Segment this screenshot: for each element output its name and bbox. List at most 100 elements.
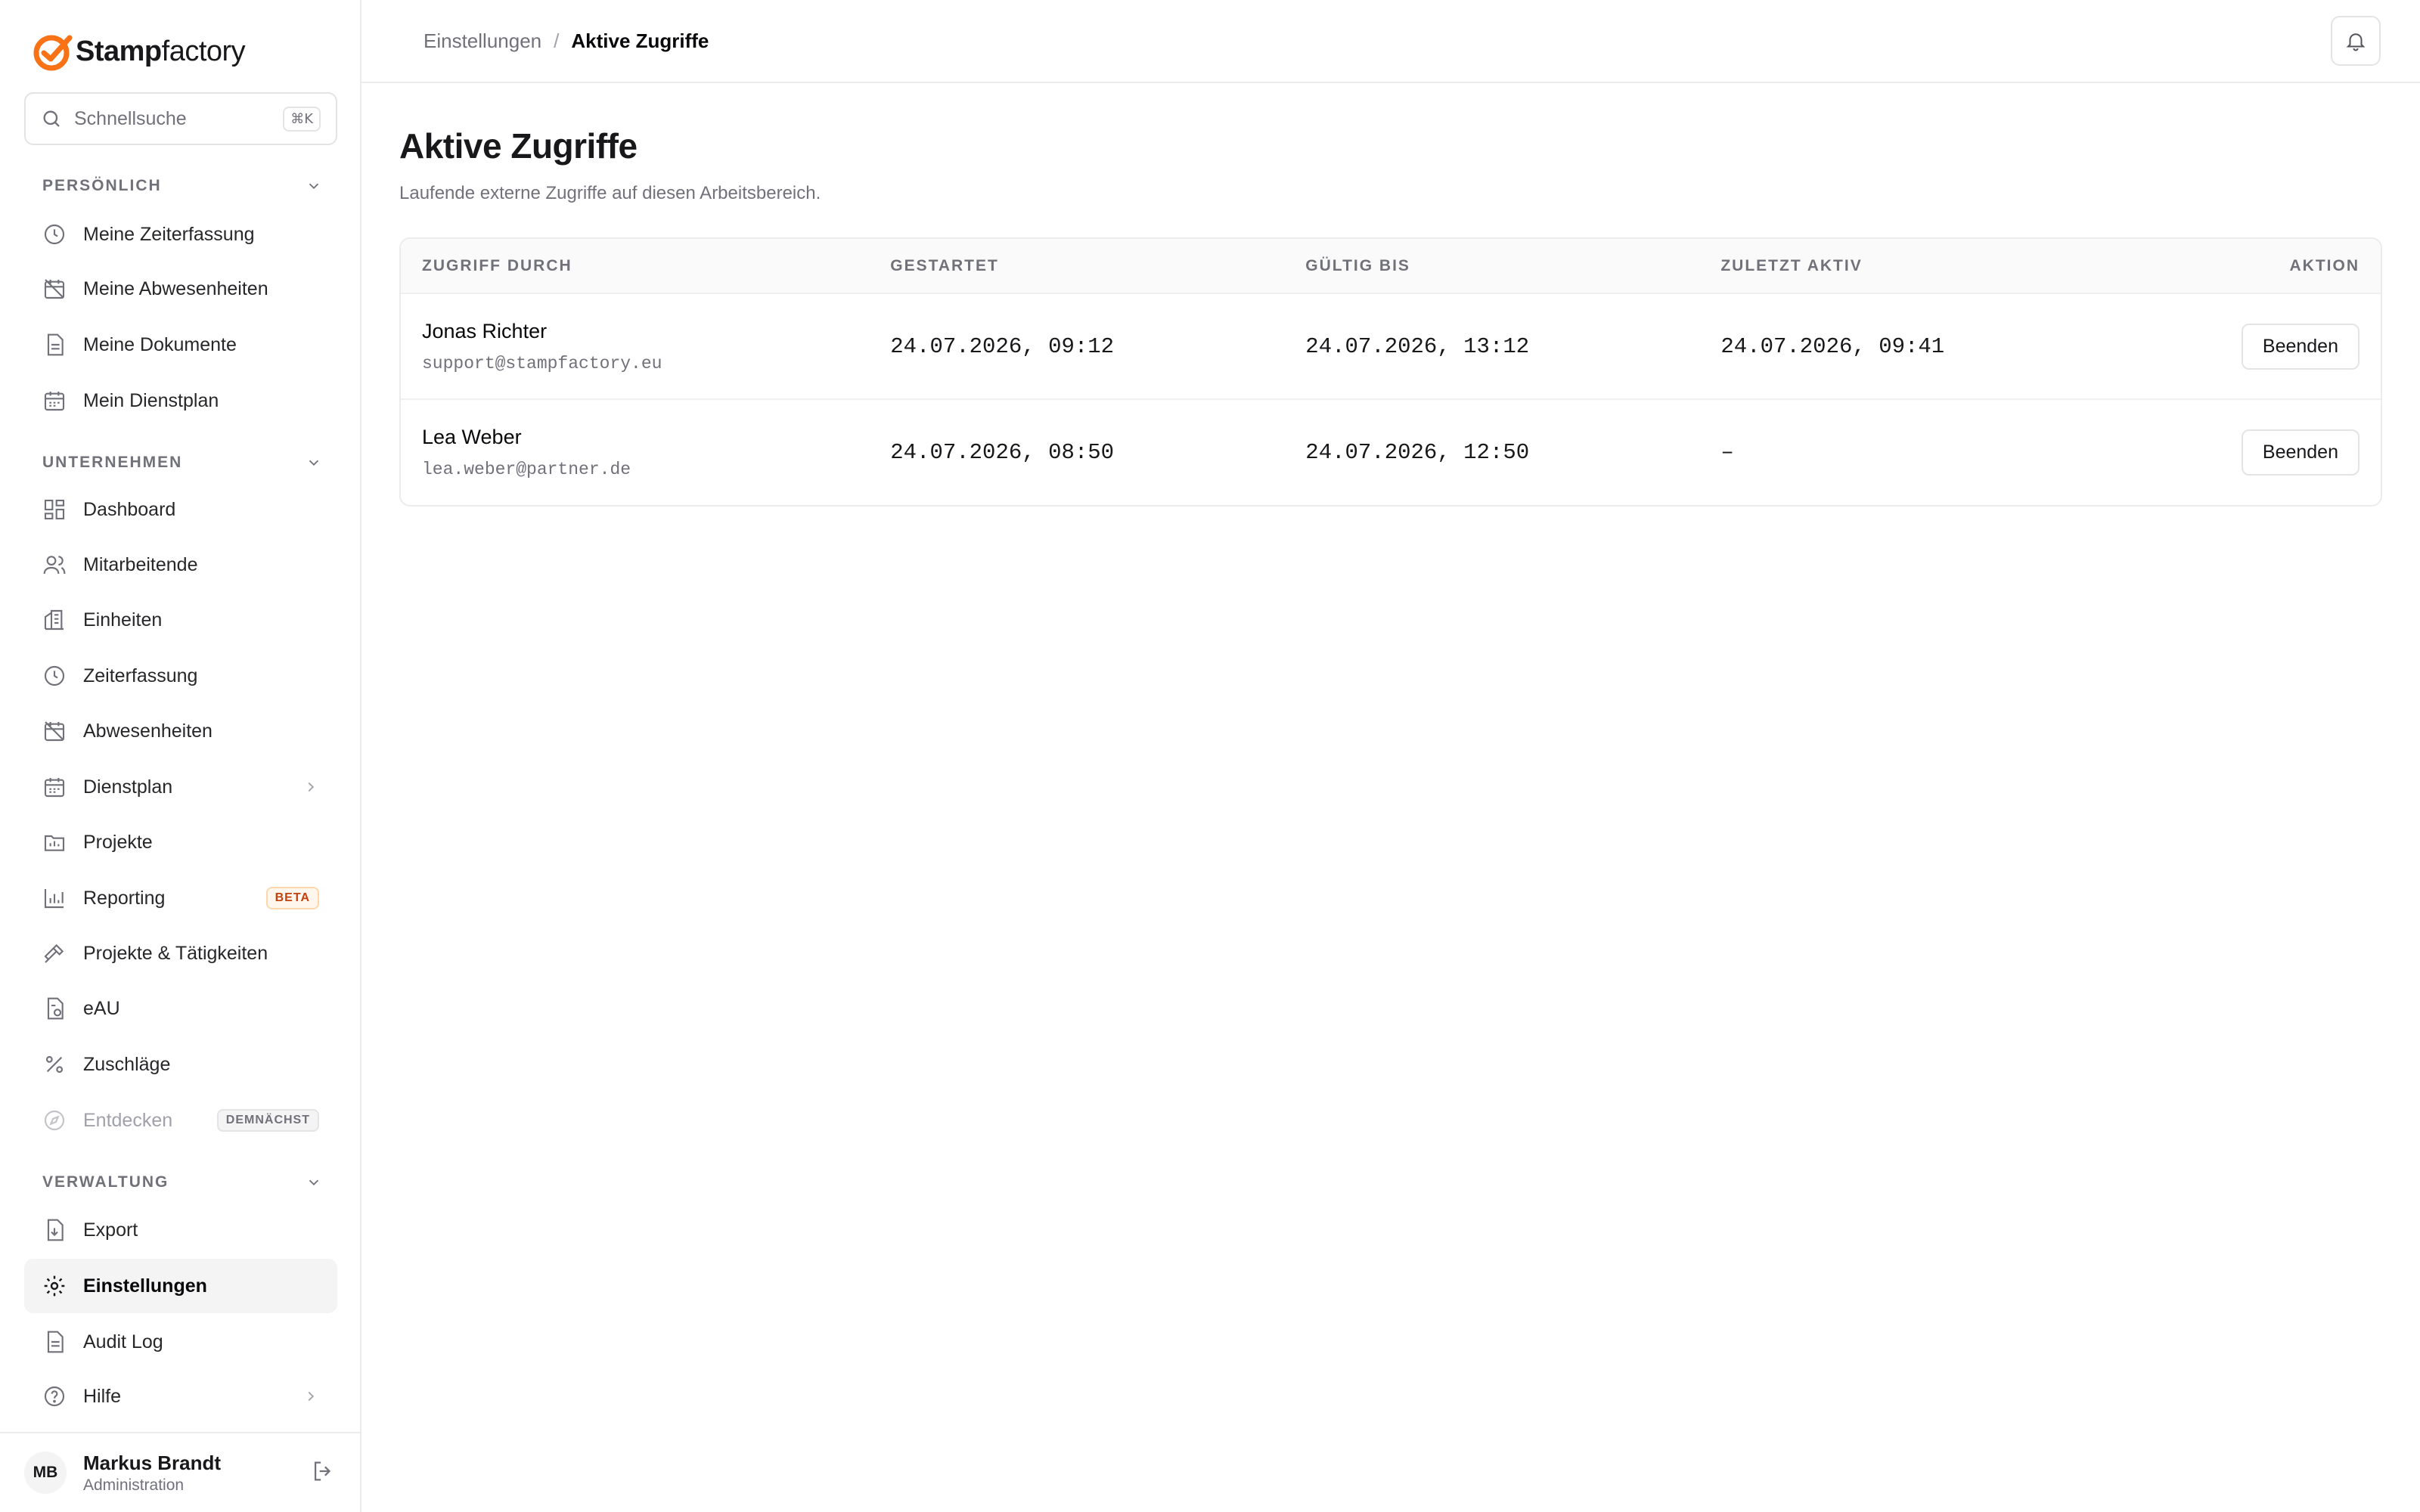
nav-label: Mitarbeitende xyxy=(83,553,198,575)
logout-icon xyxy=(314,1461,331,1480)
nav-reporting[interactable]: Reporting BETA xyxy=(24,871,337,925)
nav-settings[interactable]: Einstellungen xyxy=(24,1259,337,1313)
nav-projects-activities[interactable]: Projekte & Tätigkeiten xyxy=(24,926,337,981)
table-row: Lea Weber lea.weber@partner.de 24.07.202… xyxy=(401,399,2381,505)
document-icon xyxy=(47,333,64,356)
nav-my-schedule[interactable]: Mein Dienstplan xyxy=(24,373,337,428)
column-header: ZUGRIFF DURCH xyxy=(422,256,572,274)
chevron-right-icon xyxy=(308,782,315,792)
valid-until-cell: 24.07.2026, 12:50 xyxy=(1305,440,1530,465)
nav-label: Reporting xyxy=(83,887,166,909)
section-personal[interactable]: PERSÖNLICH xyxy=(42,171,322,201)
breadcrumb-separator: / xyxy=(554,29,560,52)
search-shortcut: ⌘K xyxy=(283,106,321,132)
bell-icon xyxy=(2346,33,2366,51)
nav-label: Export xyxy=(83,1219,138,1241)
logo-text: Stampfactory xyxy=(76,35,246,67)
active-access-table: ZUGRIFF DURCH GESTARTET GÜLTIG BIS ZULET… xyxy=(399,237,2382,507)
nav-label: Hilfe xyxy=(83,1385,122,1407)
calendar-icon xyxy=(44,392,65,411)
folder-chart-icon xyxy=(44,835,65,851)
person-name: Lea Weber xyxy=(422,426,522,448)
column-header: AKTION xyxy=(2289,256,2360,274)
beta-badge: BETA xyxy=(265,887,319,909)
page-title: Aktive Zugriffe xyxy=(399,126,638,166)
hammer-icon xyxy=(44,943,64,963)
gear-icon xyxy=(44,1275,65,1297)
nav-units[interactable]: Einheiten xyxy=(24,593,337,647)
nav-surcharges[interactable]: Zuschläge xyxy=(24,1037,337,1092)
started-cell: 24.07.2026, 09:12 xyxy=(890,333,1115,359)
nav-eau[interactable]: eAU xyxy=(24,981,337,1036)
nav-label: Abwesenheiten xyxy=(83,720,213,742)
logo[interactable]: Stampfactory xyxy=(32,30,246,73)
help-icon xyxy=(44,1386,65,1407)
nav-label: Zuschläge xyxy=(83,1053,171,1075)
download-document-icon xyxy=(47,1219,64,1241)
person-email: lea.weber@partner.de xyxy=(422,460,631,479)
calendar-off-icon xyxy=(44,721,65,742)
chevron-down-icon xyxy=(309,1179,319,1186)
nav-dashboard[interactable]: Dashboard xyxy=(24,482,337,537)
logout-button[interactable] xyxy=(310,1458,336,1488)
access-by-cell: Lea Weber lea.weber@partner.de xyxy=(401,399,869,505)
end-access-button[interactable]: Beenden xyxy=(2241,323,2360,370)
chevron-right-icon xyxy=(308,1391,315,1402)
section-admin[interactable]: VERWALTUNG xyxy=(42,1167,322,1198)
chevron-down-icon xyxy=(309,183,319,190)
nav-label: Meine Dokumente xyxy=(83,333,237,355)
action-cell: Beenden xyxy=(2122,293,2381,399)
nav-label: Projekte xyxy=(83,831,153,853)
nav-export[interactable]: Export xyxy=(24,1203,337,1257)
last-active-cell: – xyxy=(1720,440,1734,465)
notifications-button[interactable] xyxy=(2331,16,2381,66)
user-footer: MB Markus Brandt Administration xyxy=(0,1432,360,1512)
nav-label: Einstellungen xyxy=(83,1275,207,1297)
nav-label: Mein Dienstplan xyxy=(83,389,219,411)
section-personal-label: PERSÖNLICH xyxy=(42,177,162,194)
medical-document-icon xyxy=(47,997,64,1020)
coming-soon-badge: DEMNÄCHST xyxy=(216,1109,319,1132)
end-access-button[interactable]: Beenden xyxy=(2241,429,2360,476)
user-name: Markus Brandt xyxy=(83,1451,222,1474)
topbar: Einstellungen / Aktive Zugriffe xyxy=(361,0,2420,83)
valid-until-cell: 24.07.2026, 13:12 xyxy=(1305,333,1530,359)
user-role: Administration xyxy=(83,1476,185,1494)
breadcrumb-settings[interactable]: Einstellungen xyxy=(424,29,541,53)
nav-projects[interactable]: Projekte xyxy=(24,815,337,869)
dashboard-icon xyxy=(44,499,65,520)
nav-my-time-tracking[interactable]: Meine Zeiterfassung xyxy=(24,207,337,262)
column-header: GESTARTET xyxy=(890,256,999,274)
nav-time-tracking[interactable]: Zeiterfassung xyxy=(24,649,337,703)
table-header-row: ZUGRIFF DURCH GESTARTET GÜLTIG BIS ZULET… xyxy=(401,239,2381,293)
nav-label: Einheiten xyxy=(83,609,163,631)
breadcrumb: Einstellungen / Aktive Zugriffe xyxy=(424,29,2331,53)
nav-absences[interactable]: Abwesenheiten xyxy=(24,704,337,758)
clock-icon xyxy=(44,224,65,245)
nav-help[interactable]: Hilfe xyxy=(24,1369,337,1424)
percent-icon xyxy=(45,1055,64,1074)
avatar[interactable]: MB xyxy=(24,1452,67,1494)
nav-label: Audit Log xyxy=(83,1331,163,1352)
section-company[interactable]: UNTERNEHMEN xyxy=(42,448,322,478)
page-subtitle: Laufende externe Zugriffe auf diesen Arb… xyxy=(399,183,821,203)
nav-my-documents[interactable]: Meine Dokumente xyxy=(24,318,337,372)
nav-label: eAU xyxy=(83,997,120,1019)
nav-schedule[interactable]: Dienstplan xyxy=(24,760,337,814)
compass-icon xyxy=(44,1110,65,1131)
action-cell: Beenden xyxy=(2122,399,2381,505)
section-company-label: UNTERNEHMEN xyxy=(42,454,183,471)
section-admin-label: VERWALTUNG xyxy=(42,1173,169,1191)
chevron-down-icon xyxy=(309,460,319,466)
nav-my-absences[interactable]: Meine Abwesenheiten xyxy=(24,262,337,316)
building-icon xyxy=(44,609,64,631)
nav-employees[interactable]: Mitarbeitende xyxy=(24,538,337,592)
last-active-cell: 24.07.2026, 09:41 xyxy=(1720,333,1945,359)
nav-audit-log[interactable]: Audit Log xyxy=(24,1315,337,1369)
users-icon xyxy=(43,556,66,575)
stampfactory-logo-icon xyxy=(33,35,73,71)
quick-search[interactable]: Schnellsuche ⌘K xyxy=(24,92,337,145)
main-content: Aktive Zugriffe Laufende externe Zugriff… xyxy=(399,83,2382,507)
table-row: Jonas Richter support@stampfactory.eu 24… xyxy=(401,293,2381,399)
started-cell: 24.07.2026, 08:50 xyxy=(890,440,1115,465)
